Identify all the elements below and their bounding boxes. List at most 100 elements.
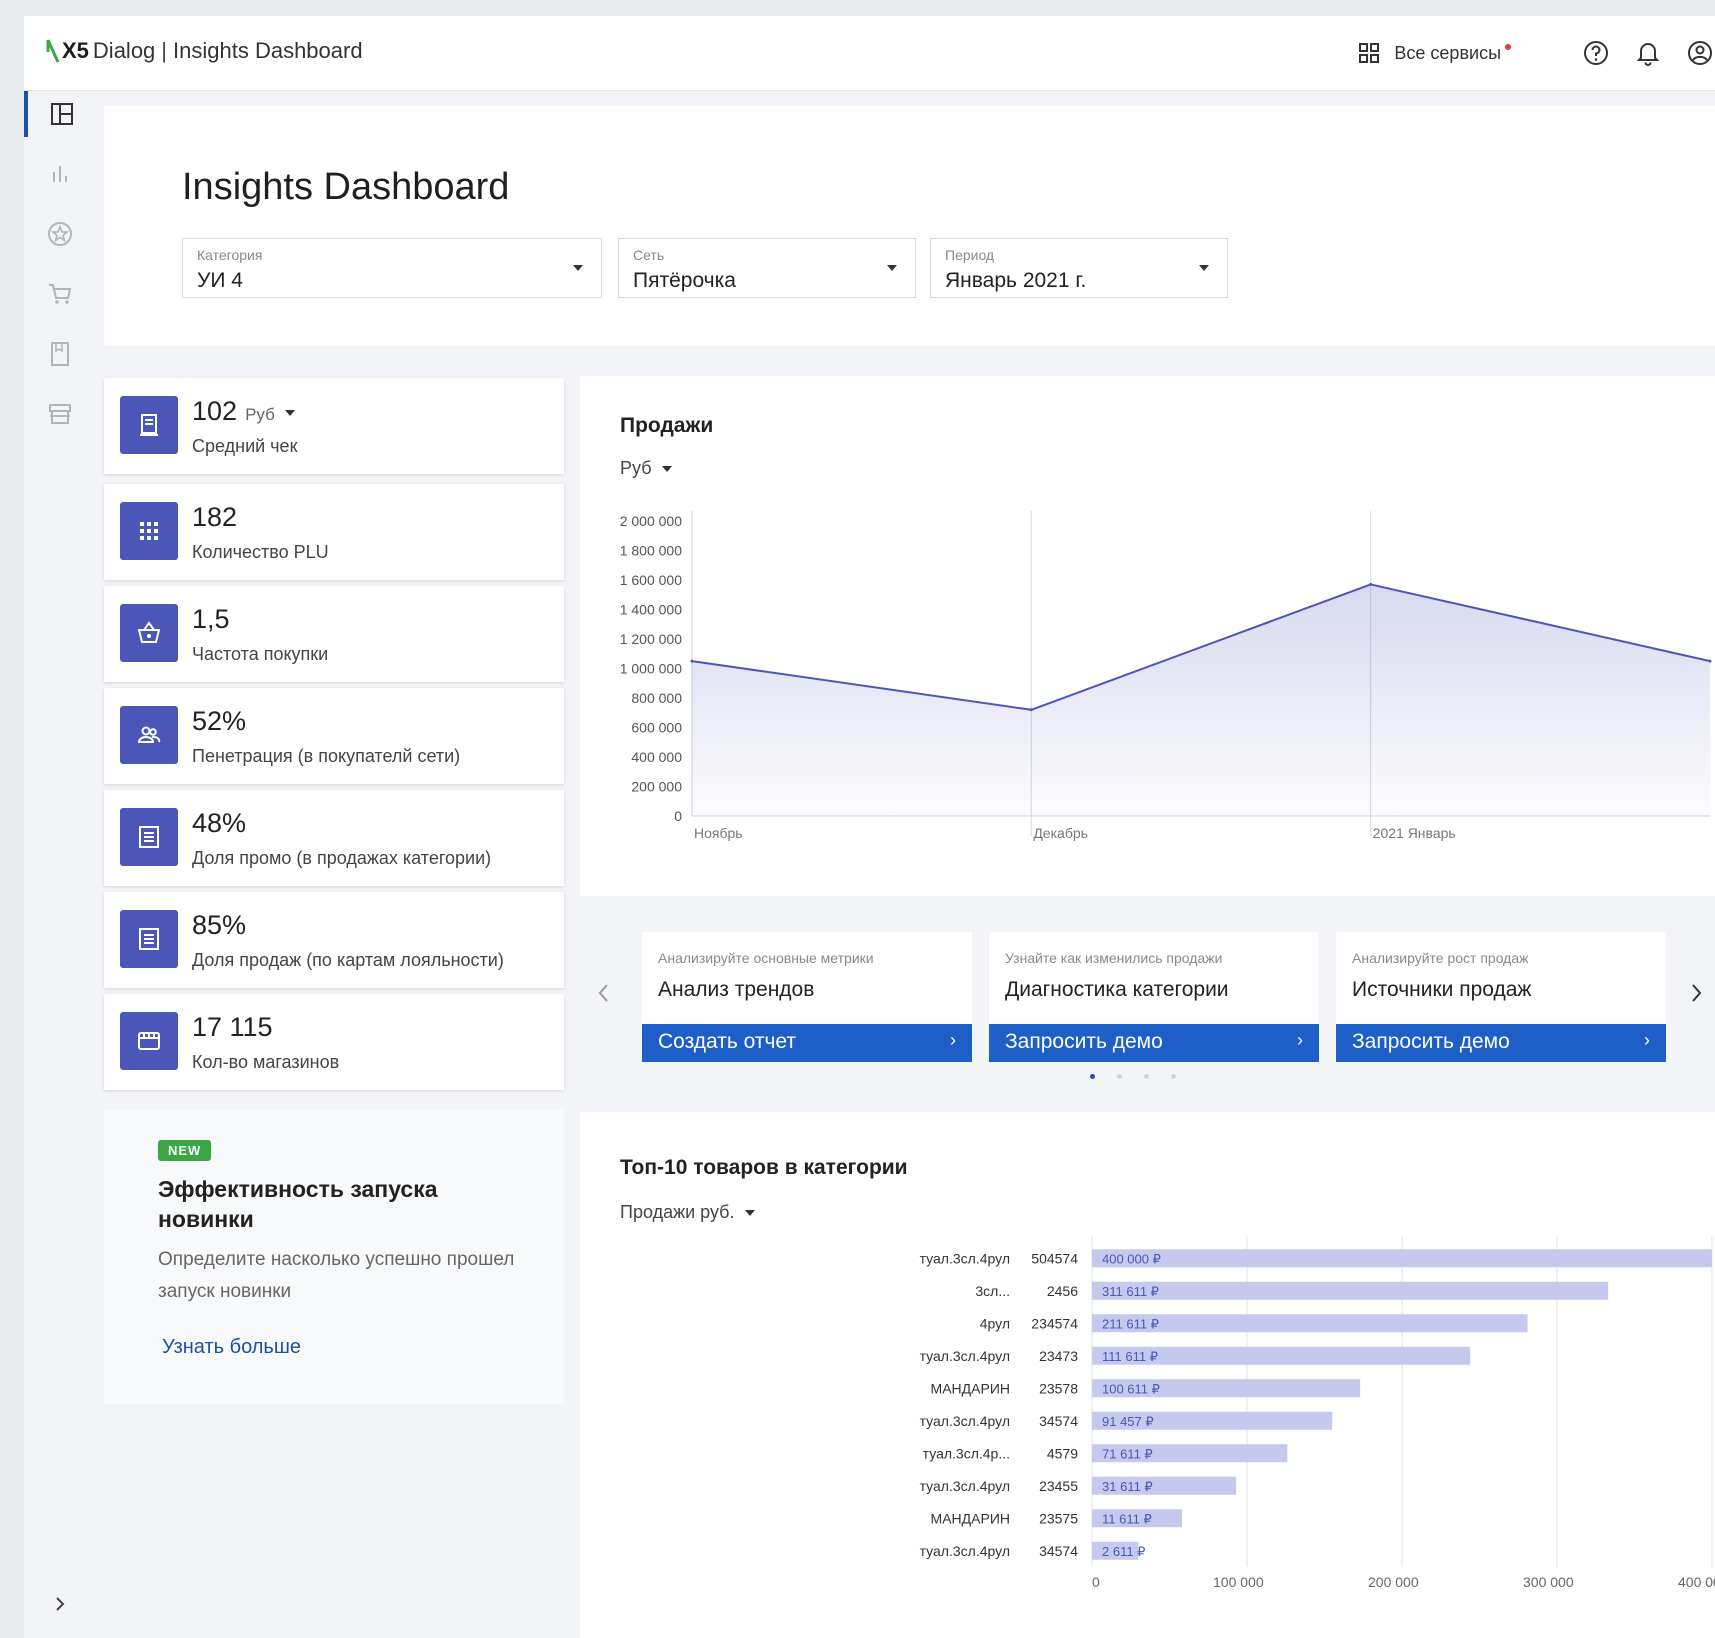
- bar-value-label: 2 611 ₽: [1102, 1544, 1145, 1559]
- bell-icon: [1636, 43, 1660, 66]
- bar-value-label: 100 611 ₽: [1102, 1381, 1160, 1396]
- y-tick-label: 200 000: [631, 779, 682, 795]
- store-icon: [49, 404, 71, 424]
- x-tick-label: 2021 Январь: [1373, 825, 1456, 841]
- product-code-label: 23575: [1039, 1510, 1078, 1526]
- button-label: Запросить демо: [1005, 1030, 1163, 1053]
- y-tick-label: 1 600 000: [620, 572, 682, 588]
- sales-area-chart: 2 000 000 1 800 000 1 600 000 1 400 000 1 20…: [620, 511, 1712, 841]
- profile-button[interactable]: [1685, 38, 1715, 68]
- product-code-label: 34574: [1039, 1413, 1078, 1429]
- dropdown-caret-icon[interactable]: [284, 409, 295, 416]
- sales-data-point: [1029, 708, 1033, 712]
- x-tick-label: Декабрь: [1033, 825, 1088, 841]
- filter-label: Категория: [197, 247, 263, 263]
- chevron-right-icon: ›: [950, 1030, 956, 1050]
- button-label: Создать отчет: [658, 1030, 797, 1053]
- metric-card-store-count: 17 115 Кол-во магазинов: [104, 994, 564, 1090]
- product-name-label: туал.3сл.4р...: [923, 1445, 1010, 1461]
- sales-data-point: [1369, 582, 1373, 586]
- card-category-diagnostics: Узнайте как изменились продажи Диагности…: [989, 932, 1319, 1062]
- product-name-label: МАНДАРИН: [931, 1510, 1010, 1526]
- chevron-right-icon: [56, 1597, 65, 1611]
- metric-value: 1,5: [192, 604, 230, 634]
- metric-label: Доля продаж (по картам лояльности): [192, 950, 504, 970]
- create-report-button[interactable]: Создать отчет ›: [642, 1024, 972, 1062]
- product-name-label: туал.3сл.4рул: [920, 1413, 1010, 1429]
- pagination-dot[interactable]: [1117, 1074, 1122, 1079]
- sidebar-item-reports[interactable]: [24, 331, 96, 377]
- top10-bar: [1092, 1249, 1712, 1268]
- metric-card-plu-count: 182 Количество PLU: [104, 484, 564, 580]
- metric-label: Доля промо (в продажах категории): [192, 848, 492, 868]
- sidebar-item-stores[interactable]: [24, 391, 96, 437]
- bar-chart-icon: [53, 166, 67, 182]
- chevron-left-icon: [598, 984, 608, 1002]
- basket-icon: [120, 604, 178, 662]
- user-account-icon: [1688, 41, 1712, 65]
- dropdown-caret-icon: [1199, 265, 1209, 271]
- y-tick-label: 0: [674, 808, 682, 824]
- bar-value-label: 211 611 ₽: [1102, 1316, 1159, 1331]
- help-button[interactable]: [1581, 38, 1611, 68]
- metric-value: 102: [192, 396, 238, 426]
- document-icon: [120, 808, 178, 866]
- star-badge-icon: [48, 222, 72, 246]
- sidebar-item-analytics[interactable]: [24, 151, 96, 197]
- cart-icon: [49, 284, 72, 304]
- sidebar-item-favorites[interactable]: [24, 211, 96, 257]
- filter-label: Сеть: [633, 247, 665, 263]
- pagination-dot-active[interactable]: [1090, 1074, 1095, 1079]
- apps-grid-icon: [1359, 43, 1380, 63]
- product-code-label: 234574: [1031, 1315, 1078, 1331]
- pagination-dot[interactable]: [1144, 1074, 1149, 1079]
- product-name-label: туал.3сл.4рул: [920, 1478, 1010, 1494]
- x-tick-label: 300 000: [1523, 1574, 1574, 1590]
- app-window: X5 Dialog | Insights Dashboard Все серви…: [24, 16, 1715, 1638]
- top10-bar-chart: 0 100 000 200 000 300 000 400 000 400 000 ₽ 50…: [920, 1236, 1715, 1590]
- y-tick-label: 800 000: [631, 690, 682, 706]
- notifications-button[interactable]: [1633, 38, 1663, 68]
- top10-bar: [1092, 1281, 1609, 1300]
- sidebar-expand-button[interactable]: [24, 1581, 96, 1627]
- metric-label: Количество PLU: [192, 542, 329, 562]
- bar-value-label: 400 000 ₽: [1102, 1251, 1161, 1266]
- card-hint: Анализируйте рост продаж: [1352, 950, 1529, 966]
- network-filter[interactable]: Сеть Пятёрочка: [618, 238, 916, 298]
- promo-description: Определите насколько успешно прошел запу…: [158, 1249, 515, 1302]
- chevron-right-icon: ›: [1297, 1030, 1303, 1050]
- y-tick-label: 400 000: [631, 749, 682, 765]
- sidebar-item-dashboard[interactable]: [24, 91, 96, 137]
- users-icon: [120, 706, 178, 764]
- metric-label: Кол-во магазинов: [192, 1052, 340, 1072]
- sidebar-item-cart[interactable]: [24, 271, 96, 317]
- pagination-dot[interactable]: [1171, 1074, 1176, 1079]
- chevron-right-icon: [1692, 984, 1702, 1002]
- carousel-prev-button[interactable]: [596, 982, 612, 1011]
- all-services-label: Все сервисы: [1394, 42, 1501, 63]
- request-demo-button[interactable]: Запросить демо ›: [1336, 1024, 1666, 1062]
- filter-value: Пятёрочка: [633, 269, 736, 292]
- category-filter[interactable]: Категория УИ 4: [182, 238, 602, 298]
- period-filter[interactable]: Период Январь 2021 г.: [930, 238, 1228, 298]
- metric-value: 85%: [192, 910, 247, 940]
- store-icon: [120, 1012, 178, 1070]
- product-code-label: 23455: [1039, 1478, 1078, 1494]
- metric-unit-selector[interactable]: Руб: [245, 405, 275, 424]
- bar-value-label: 31 611 ₽: [1102, 1479, 1153, 1494]
- request-demo-button[interactable]: Запросить демо ›: [989, 1024, 1319, 1062]
- bar-value-label: 91 457 ₽: [1102, 1414, 1154, 1429]
- card-title: Источники продаж: [1352, 978, 1532, 1001]
- actions-carousel: Анализируйте основные метрики Анализ тре…: [580, 912, 1715, 1092]
- new-feature-card: NEW Эффективность запуска новинки Опреде…: [104, 1110, 564, 1404]
- metric-card-promo-share: 48% Доля промо (в продажах категории): [104, 790, 564, 886]
- y-tick-label: 2 000 000: [620, 513, 682, 529]
- carousel-next-button[interactable]: [1688, 982, 1704, 1011]
- logo[interactable]: X5 Dialog | Insights Dashboard: [46, 38, 363, 64]
- promo-title: Эффективность запуска новинки: [158, 1176, 438, 1232]
- learn-more-link[interactable]: Узнать больше: [162, 1336, 301, 1359]
- sidebar: [24, 91, 96, 1638]
- all-services-button[interactable]: Все сервисы: [1358, 42, 1511, 64]
- x-tick-label: Ноябрь: [694, 825, 743, 841]
- logo-product: Insights Dashboard: [173, 38, 363, 63]
